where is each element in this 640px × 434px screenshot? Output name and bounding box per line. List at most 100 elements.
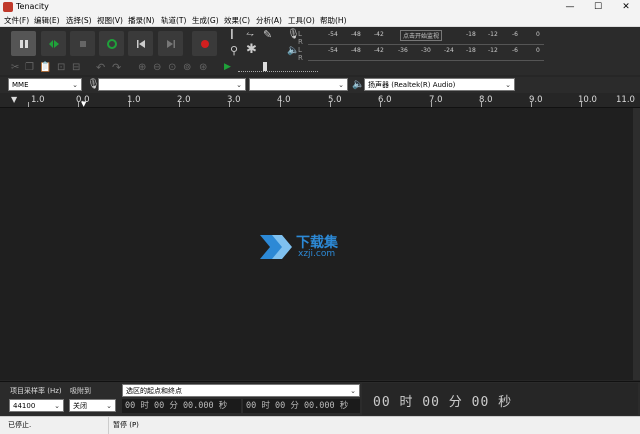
audio-host-value: MME	[12, 81, 29, 89]
stop-icon	[79, 40, 86, 47]
audio-position-time[interactable]: 00 时 00 分 00 秒	[373, 391, 512, 410]
playback-device-select[interactable]: 扬声器 (Realtek(R) Audio) ⌄	[364, 78, 515, 91]
vertical-scrollbar[interactable]	[633, 108, 640, 380]
selection-mode-select[interactable]: 选区的起点和终点 ⌄	[122, 384, 360, 397]
menu-help[interactable]: 帮助(H)	[320, 15, 347, 26]
snap-to-label: 吸附到	[70, 387, 91, 395]
record-meter-tick: -48	[351, 31, 361, 38]
close-button[interactable]: ✕	[612, 0, 640, 14]
menu-file[interactable]: 文件(F)	[4, 15, 29, 26]
pause-button[interactable]	[11, 31, 36, 56]
snap-to-value: 关闭	[73, 402, 87, 410]
record-meter-prompt[interactable]: 点击开始监视	[400, 30, 443, 41]
play-button[interactable]	[41, 31, 66, 56]
record-meter[interactable]: -54 -48 -42 点击开始监视 -18 -12 -6 0	[308, 30, 544, 45]
record-button[interactable]	[192, 31, 217, 56]
redo-icon[interactable]: ↷	[112, 61, 121, 74]
snap-to-select[interactable]: 关闭 ⌄	[69, 399, 116, 412]
selection-tool-icon[interactable]: I	[230, 28, 234, 43]
menu-view[interactable]: 视图(V)	[97, 15, 123, 26]
ruler-tick	[280, 102, 281, 107]
loop-icon	[106, 38, 117, 49]
ruler-label: 11.0	[616, 95, 635, 105]
play-speed-slider[interactable]	[238, 62, 318, 72]
chevron-down-icon: ⌄	[350, 387, 356, 395]
menu-effect[interactable]: 效果(C)	[224, 15, 250, 26]
skip-start-button[interactable]	[128, 31, 153, 56]
undo-icon[interactable]: ↶	[96, 61, 105, 74]
zoom-in-icon[interactable]: ⊕	[138, 62, 146, 73]
play-at-speed-icon[interactable]: ▶	[224, 62, 231, 72]
fit-project-icon[interactable]: ⊚	[183, 62, 191, 73]
copy-icon[interactable]: ❐	[25, 62, 34, 73]
zoom-out-icon[interactable]: ⊖	[153, 62, 161, 73]
record-meter-tick: -42	[374, 31, 384, 38]
play-meter[interactable]: -54 -48 -42 -36 -30 -24 -18 -12 -6 0	[308, 46, 544, 61]
chevron-down-icon: ⌄	[338, 81, 344, 89]
selection-start-time[interactable]: 00 时 00 分 00.000 秒	[122, 399, 241, 413]
chevron-down-icon: ⌄	[54, 402, 60, 410]
chevron-down-icon: ⌄	[505, 81, 511, 89]
watermark-logo-icon	[260, 235, 292, 259]
menu-transport[interactable]: 播录(N)	[128, 15, 154, 26]
menu-bar: 文件(F) 编辑(E) 选择(S) 视图(V) 播录(N) 轨道(T) 生成(G…	[0, 14, 640, 27]
ruler-tick	[129, 102, 130, 107]
record-meter-tick: -18	[466, 31, 476, 38]
project-rate-value: 44100	[13, 402, 36, 410]
recording-channels-select[interactable]: ⌄	[249, 78, 348, 91]
recording-device-select[interactable]: ⌄	[98, 78, 246, 91]
menu-tools[interactable]: 工具(O)	[288, 15, 315, 26]
fit-selection-icon[interactable]: ⊙	[168, 62, 176, 73]
selection-mode-value: 选区的起点和终点	[126, 387, 182, 395]
window-title: Tenacity	[16, 2, 49, 11]
zoom-tool-icon[interactable]: ⚲	[230, 44, 238, 57]
draw-tool-icon[interactable]: ✎	[263, 28, 272, 41]
speaker-icon: 🔈	[352, 79, 365, 90]
menu-generate[interactable]: 生成(G)	[192, 15, 219, 26]
silence-icon[interactable]: ⊟	[72, 62, 80, 73]
project-rate-label: 项目采样率 (Hz)	[10, 387, 62, 395]
ruler-tick	[229, 102, 230, 107]
menu-select[interactable]: 选择(S)	[66, 15, 92, 26]
play-meter-tick: -24	[444, 47, 454, 54]
stop-button[interactable]	[70, 31, 95, 56]
skip-end-button[interactable]	[158, 31, 183, 56]
ruler-tick	[380, 102, 381, 107]
paste-icon[interactable]: 📋	[39, 62, 51, 73]
title-bar: Tenacity — ☐ ✕	[0, 0, 640, 14]
play-meter-tick: 0	[536, 47, 540, 54]
timeline-options-icon[interactable]: ▼	[11, 95, 17, 104]
record-meter-lr-label: LR	[298, 30, 303, 46]
play-icon	[48, 39, 59, 48]
audio-host-select[interactable]: MME ⌄	[8, 78, 82, 91]
play-head-marker-icon[interactable]: ▼	[81, 100, 86, 108]
play-meter-tick: -30	[421, 47, 431, 54]
minimize-button[interactable]: —	[556, 0, 584, 14]
device-toolbar: MME ⌄ 🎙 ⌄ ⌄ 🔈 扬声器 (Realtek(R) Audio) ⌄	[0, 77, 640, 93]
ruler-tick	[531, 102, 532, 107]
timeline-ruler[interactable]: ▼ 1.0 0.0 1.0 2.0 3.0 4.0 5.0 6.0 7.0 8.…	[0, 94, 640, 108]
record-meter-tick: -6	[512, 31, 518, 38]
watermark-url: xzji.com	[298, 249, 336, 259]
menu-edit[interactable]: 编辑(E)	[34, 15, 60, 26]
play-speed-slider-thumb[interactable]	[263, 62, 267, 71]
play-meter-tick: -54	[328, 47, 338, 54]
selection-end-time[interactable]: 00 时 00 分 00.000 秒	[243, 399, 360, 413]
loop-button[interactable]	[99, 31, 124, 56]
trim-icon[interactable]: ⊡	[57, 62, 65, 73]
maximize-button[interactable]: ☐	[584, 0, 612, 14]
multi-tool-icon[interactable]: ✱	[246, 42, 257, 57]
menu-tracks[interactable]: 轨道(T)	[161, 15, 186, 26]
zoom-toggle-icon[interactable]: ⊛	[199, 62, 207, 73]
ruler-label: 1.0	[31, 95, 45, 105]
project-rate-select[interactable]: 44100 ⌄	[9, 399, 64, 412]
envelope-tool-icon[interactable]: ⥊	[246, 29, 254, 40]
menu-analyze[interactable]: 分析(A)	[256, 15, 282, 26]
cut-icon[interactable]: ✂	[11, 62, 19, 73]
ruler-tick	[481, 102, 482, 107]
toolbar-area: I ⥊ ✎ ⚲ ✱ 🎙 LR -54 -48 -42 点击开始监视 -18 -1…	[0, 27, 640, 75]
record-meter-tick: -12	[488, 31, 498, 38]
app-icon	[3, 2, 13, 12]
chevron-down-icon: ⌄	[106, 402, 112, 410]
record-icon	[200, 39, 209, 48]
